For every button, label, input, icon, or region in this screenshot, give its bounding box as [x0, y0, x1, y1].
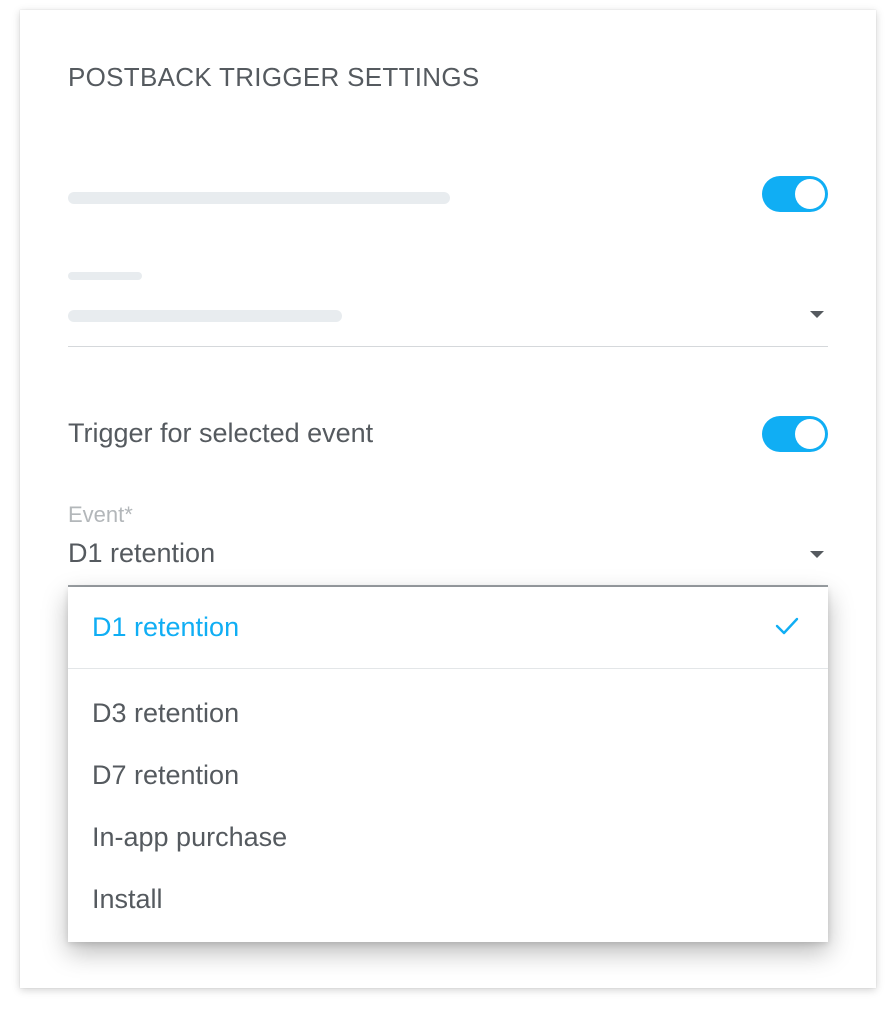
select-label-placeholder — [68, 272, 142, 280]
trigger-selected-event-toggle[interactable] — [762, 416, 828, 452]
check-icon — [775, 617, 799, 635]
toggle-knob — [795, 179, 825, 209]
panel-title: POSTBACK TRIGGER SETTINGS — [68, 62, 480, 92]
event-select-value[interactable]: D1 retention — [68, 538, 215, 569]
caret-down-icon[interactable] — [810, 551, 824, 558]
dropdown-divider — [68, 668, 828, 669]
dropdown-option-d3-retention[interactable]: D3 retention — [92, 698, 239, 729]
caret-down-icon[interactable] — [810, 311, 824, 318]
dropdown-option-install[interactable]: Install — [92, 884, 163, 915]
select-underline — [68, 346, 828, 347]
event-field-label: Event* — [68, 502, 133, 527]
setting-label-placeholder — [68, 192, 450, 204]
toggle-knob — [795, 419, 825, 449]
postback-trigger-settings-panel: POSTBACK TRIGGER SETTINGS Trigger for se… — [20, 10, 876, 988]
setting-toggle[interactable] — [762, 176, 828, 212]
dropdown-option-d7-retention[interactable]: D7 retention — [92, 760, 239, 791]
select-value-placeholder[interactable] — [68, 310, 342, 322]
event-dropdown-menu: D1 retention D3 retention D7 retention I… — [68, 587, 828, 942]
dropdown-option-in-app-purchase[interactable]: In-app purchase — [92, 822, 287, 853]
dropdown-option-d1-retention[interactable]: D1 retention — [92, 612, 239, 643]
trigger-selected-event-label: Trigger for selected event — [68, 418, 374, 448]
